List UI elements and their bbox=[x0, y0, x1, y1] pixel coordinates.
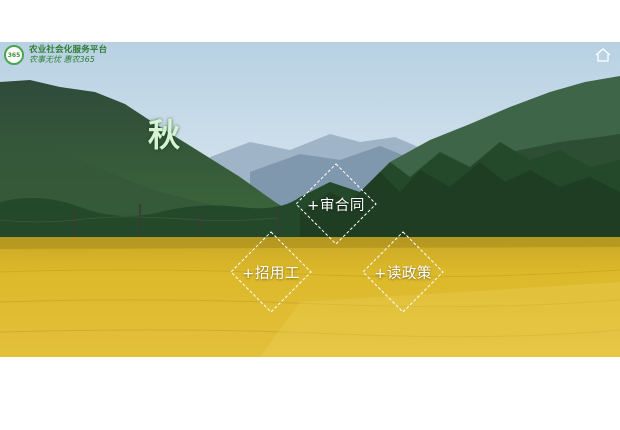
brand-slogan: 农事无忧 惠农365 bbox=[29, 55, 95, 64]
brand-logo[interactable]: 365 农业社会化服务平台 农事无忧 惠农365 bbox=[4, 45, 107, 65]
home-icon[interactable] bbox=[594, 47, 612, 63]
action-read-policy[interactable]: +读政策 bbox=[361, 230, 445, 314]
action-label: +读政策 bbox=[374, 265, 432, 282]
logo-badge-icon: 365 bbox=[4, 45, 24, 65]
logo-badge-text: 365 bbox=[7, 51, 21, 59]
season-title: 秋 bbox=[148, 116, 181, 154]
brand-title: 农业社会化服务平台 bbox=[29, 45, 108, 55]
action-hire-workers[interactable]: +招用工 bbox=[229, 230, 313, 314]
action-label: +招用工 bbox=[242, 265, 300, 282]
brand-text: 农业社会化服务平台 农事无忧 惠农365 bbox=[29, 45, 107, 65]
hero-banner: 365 农业社会化服务平台 农事无忧 惠农365 秋 +审合同 +招用工 +读政… bbox=[0, 42, 620, 357]
